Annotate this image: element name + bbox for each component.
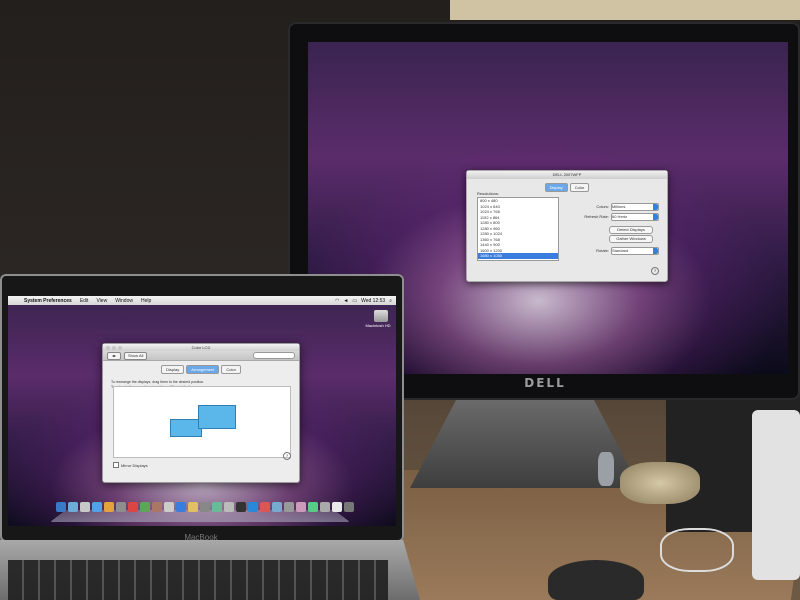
display-thumbnail-external[interactable]	[198, 405, 236, 429]
speaker	[752, 410, 800, 580]
tab-display[interactable]: Display	[161, 365, 185, 374]
colors-label: Colors:	[596, 204, 609, 209]
show-all-button[interactable]: Show All	[124, 351, 148, 360]
gather-windows-button[interactable]: Gather Windows	[609, 235, 653, 243]
help-icon[interactable]: ?	[651, 267, 659, 275]
figurine	[598, 452, 614, 486]
back-forward-button[interactable]: ◂▸	[107, 351, 121, 360]
window-controls	[106, 345, 122, 350]
dock-app-icon[interactable]	[260, 502, 270, 512]
zoom-button[interactable]	[118, 345, 122, 350]
toolbar: ◂▸ Show All	[103, 351, 299, 361]
laptop-screen: System Preferences Edit View Window Help…	[8, 296, 396, 526]
volume-icon[interactable]: ◄	[343, 298, 348, 304]
dock-app-icon[interactable]	[140, 502, 150, 512]
keyboard[interactable]	[8, 560, 388, 600]
tab-arrangement[interactable]: Arrangement	[186, 365, 220, 374]
close-button[interactable]	[106, 345, 110, 350]
dock-app-icon[interactable]	[248, 502, 258, 512]
dock-app-icon[interactable]	[344, 502, 354, 512]
menubar: System Preferences Edit View Window Help…	[8, 296, 396, 305]
menu-extras: ◠ ◄ ▭ Wed 12:53 ⌕	[335, 298, 396, 304]
shell-ornament	[620, 462, 700, 504]
arrangement-pane	[113, 386, 291, 458]
menu-item-edit[interactable]: Edit	[76, 298, 93, 304]
refresh-popup[interactable]: 60 Hertz	[611, 212, 659, 221]
mirror-displays-label: Mirror Displays	[121, 462, 148, 468]
battery-icon[interactable]: ▭	[352, 298, 357, 304]
rotate-label: Rotate:	[596, 248, 609, 253]
hard-drive-icon[interactable]	[374, 310, 388, 322]
dock-icons	[56, 502, 354, 512]
dock-app-icon[interactable]	[128, 502, 138, 512]
earbuds	[660, 528, 734, 572]
dock	[50, 510, 350, 522]
wall-paper	[450, 0, 800, 20]
dock-app-icon[interactable]	[176, 502, 186, 512]
dock-app-icon[interactable]	[80, 502, 90, 512]
tab-bar: Display Arrangement Color	[103, 365, 299, 374]
minimize-button[interactable]	[112, 345, 116, 350]
refresh-label: Refresh Rate:	[584, 214, 609, 219]
dock-app-icon[interactable]	[68, 502, 78, 512]
dock-app-icon[interactable]	[212, 502, 222, 512]
colors-popup[interactable]: Millions	[611, 202, 659, 211]
dell-logo: DELL	[524, 376, 566, 390]
menu-item-help[interactable]: Help	[137, 298, 155, 304]
refresh-row: Refresh Rate: 60 Hertz	[579, 212, 659, 221]
dock-app-icon[interactable]	[116, 502, 126, 512]
spotlight-icon[interactable]: ⌕	[389, 298, 392, 304]
dock-app-icon[interactable]	[92, 502, 102, 512]
dock-app-icon[interactable]	[152, 502, 162, 512]
dock-app-icon[interactable]	[56, 502, 66, 512]
menu-app-name[interactable]: System Preferences	[20, 298, 76, 304]
detect-displays-button[interactable]: Detect Displays	[609, 226, 653, 234]
hard-drive-label: Macintosh HD	[365, 323, 391, 328]
menu-item-window[interactable]: Window	[111, 298, 137, 304]
mirror-displays-option[interactable]: Mirror Displays	[113, 462, 148, 468]
dock-app-icon[interactable]	[332, 502, 342, 512]
dock-app-icon[interactable]	[104, 502, 114, 512]
window-title: DELL 2007WFP	[467, 171, 667, 179]
help-icon[interactable]: ?	[283, 452, 291, 460]
dock-app-icon[interactable]	[296, 502, 306, 512]
tab-color[interactable]: Color	[569, 183, 590, 192]
laptop-lid: System Preferences Edit View Window Help…	[0, 274, 404, 542]
mouse[interactable]	[548, 560, 644, 600]
tab-color[interactable]: Color	[221, 365, 241, 374]
rotate-row: Rotate: Standard	[579, 246, 659, 255]
mirror-displays-checkbox[interactable]	[113, 462, 119, 468]
dock-app-icon[interactable]	[308, 502, 318, 512]
window-title: Color LCD	[103, 344, 299, 351]
colors-row: Colors: Millions	[579, 202, 659, 211]
dock-app-icon[interactable]	[164, 502, 174, 512]
dock-app-icon[interactable]	[284, 502, 294, 512]
rotate-popup[interactable]: Standard	[611, 246, 659, 255]
dock-app-icon[interactable]	[224, 502, 234, 512]
window-title-text: Color LCD	[191, 345, 211, 350]
dock-app-icon[interactable]	[320, 502, 330, 512]
wifi-icon[interactable]: ◠	[335, 298, 339, 304]
system-preferences-window[interactable]: Color LCD ◂▸ Show All Display Arrangemen…	[102, 343, 300, 483]
dock-app-icon[interactable]	[188, 502, 198, 512]
dock-app-icon[interactable]	[272, 502, 282, 512]
resolutions-label: Resolutions:	[477, 191, 500, 196]
resolution-item-selected[interactable]: 1680 x 1050	[478, 253, 558, 259]
resolutions-list[interactable]: 800 x 480 1024 x 640 1024 x 768 1152 x 8…	[477, 197, 559, 261]
dock-app-icon[interactable]	[236, 502, 246, 512]
menubar-clock[interactable]: Wed 12:53	[361, 298, 385, 304]
menu-item-view[interactable]: View	[92, 298, 111, 304]
dock-app-icon[interactable]	[200, 502, 210, 512]
display-preferences-window[interactable]: DELL 2007WFP Display Color Resolutions: …	[466, 170, 668, 282]
tab-display[interactable]: Display	[544, 183, 568, 192]
search-field[interactable]	[253, 352, 295, 359]
